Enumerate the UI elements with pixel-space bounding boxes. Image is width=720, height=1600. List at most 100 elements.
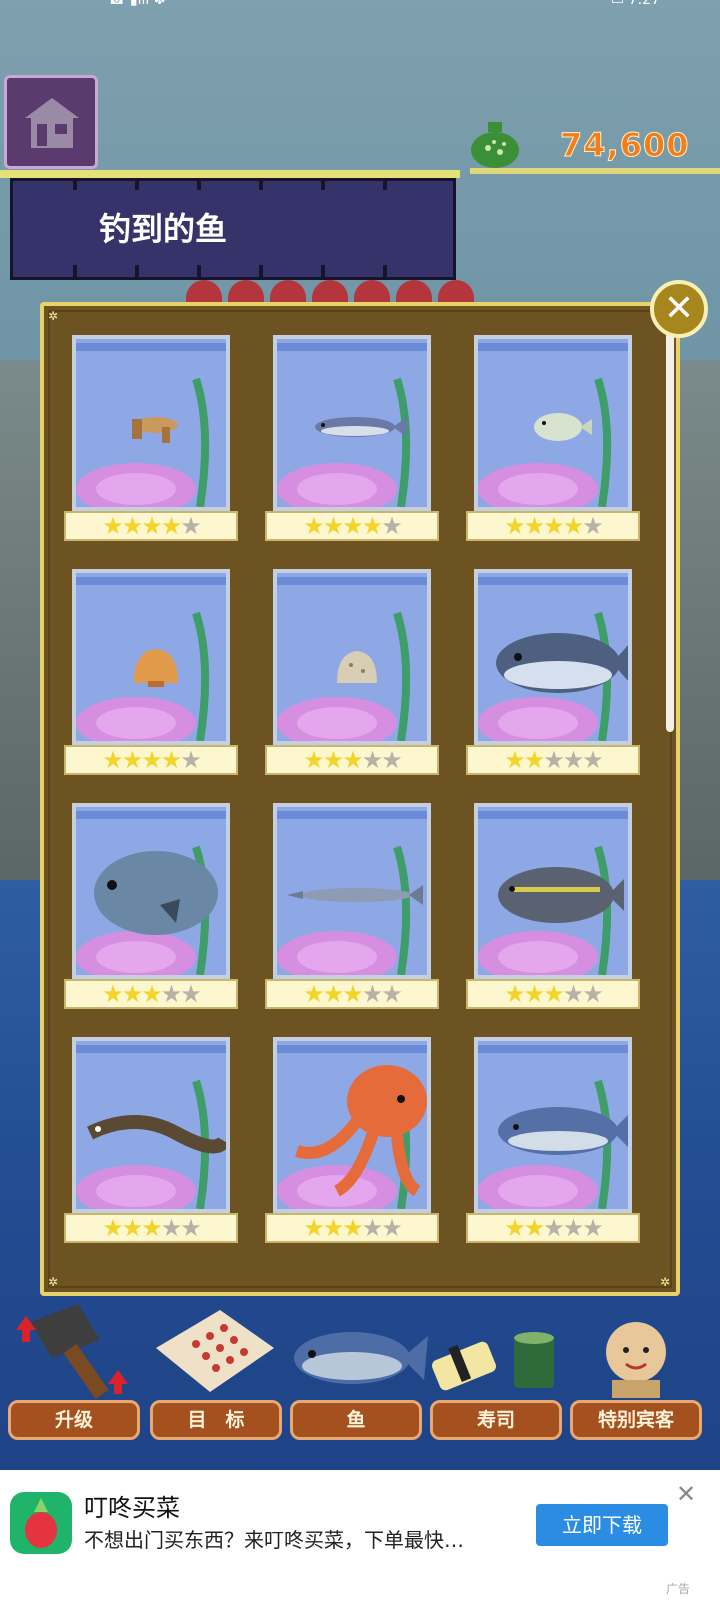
star-icon: ★ xyxy=(141,980,162,1008)
star-rating: ★★★★★ xyxy=(267,981,437,1007)
scallop-icon xyxy=(76,611,210,741)
mantis-shrimp-icon xyxy=(76,377,210,507)
rating-plate: ★★★★★ xyxy=(466,745,640,775)
star-icon: ★ xyxy=(361,1214,383,1242)
star-icon: ★ xyxy=(180,1214,201,1242)
nav-target[interactable]: 目 标 xyxy=(150,1300,286,1450)
star-icon: ★ xyxy=(543,1214,564,1242)
star-icon: ★ xyxy=(361,746,383,774)
ad-banner[interactable]: 叮咚买菜 不想出门买东西？来叮咚买菜，下单最快… 立即下载 ✕ 广告 xyxy=(0,1470,720,1600)
fish-tank-sea-bream[interactable]: ★★★★★ xyxy=(64,803,238,1013)
star-icon: ★ xyxy=(523,512,545,540)
sea-bream-icon xyxy=(76,845,218,975)
nav-fish[interactable]: 鱼 xyxy=(290,1300,428,1450)
fish-tank-clam[interactable]: ★★★★★ xyxy=(265,569,439,779)
star-icon: ★ xyxy=(342,1214,363,1242)
tank-glass xyxy=(273,335,431,511)
tank-glass xyxy=(273,1037,431,1213)
tank-glass xyxy=(474,335,632,511)
fish-tank-eel[interactable]: ★★★★★ xyxy=(64,1037,238,1247)
star-icon: ★ xyxy=(582,980,603,1008)
home-button[interactable] xyxy=(4,75,98,169)
tuna-icon xyxy=(478,611,628,741)
star-rating: ★★★★★ xyxy=(66,747,236,773)
corner-ornament: ✲ xyxy=(660,1275,671,1289)
star-icon: ★ xyxy=(322,980,344,1008)
rating-plate: ★★★★★ xyxy=(466,1213,640,1243)
rating-plate: ★★★★★ xyxy=(265,1213,439,1243)
star-rating: ★★★★★ xyxy=(267,1215,437,1241)
star-icon: ★ xyxy=(342,746,363,774)
ad-tag: 广告 xyxy=(666,1582,691,1596)
status-icons: ☎ ▮ill ✽ xyxy=(108,0,166,8)
nav-fish-label: 鱼 xyxy=(290,1400,422,1440)
star-icon: ★ xyxy=(381,1214,402,1242)
tank-glass xyxy=(72,1037,230,1213)
fish-tank-sardine[interactable]: ★★★★★ xyxy=(265,335,439,545)
star-icon: ★ xyxy=(562,980,584,1008)
star-icon: ★ xyxy=(160,1214,182,1242)
fish-tank-scallop[interactable]: ★★★★★ xyxy=(64,569,238,779)
star-icon: ★ xyxy=(381,746,402,774)
ad-download-button[interactable]: 立即下载 xyxy=(536,1504,668,1546)
star-rating: ★★★★★ xyxy=(267,747,437,773)
tank-glass xyxy=(273,803,431,979)
nav-sushi[interactable]: 寿司 xyxy=(430,1300,566,1450)
guest-icon xyxy=(606,1322,666,1398)
fish-tank-mantis-shrimp[interactable]: ★★★★★ xyxy=(64,335,238,545)
nav-upgrade-label: 升级 xyxy=(8,1400,140,1440)
tank-glass xyxy=(273,569,431,745)
target-sheet-icon xyxy=(156,1310,274,1392)
star-icon: ★ xyxy=(523,1214,545,1242)
corner-ornament: ✲ xyxy=(48,1275,59,1289)
coin-counter: 74,600 xyxy=(559,126,690,165)
close-icon: ✕ xyxy=(663,288,695,329)
ad-close-icon[interactable]: ✕ xyxy=(676,1480,696,1508)
rating-plate: ★★★★★ xyxy=(265,979,439,1009)
star-icon: ★ xyxy=(381,512,402,540)
tank-glass xyxy=(72,569,230,745)
status-time: ▭ 7:27 xyxy=(610,0,660,8)
octopus-icon xyxy=(277,1065,427,1209)
fish-tank-octopus[interactable]: ★★★★★ xyxy=(265,1037,439,1247)
tank-glass xyxy=(474,1037,632,1213)
nav-upgrade[interactable]: 升级 xyxy=(8,1300,144,1450)
nav-special-guest[interactable]: 特别宾客 xyxy=(570,1300,706,1450)
star-icon: ★ xyxy=(303,980,324,1008)
rating-plate: ★★★★★ xyxy=(466,979,640,1009)
saury-icon xyxy=(277,845,423,975)
fish-tank-saury[interactable]: ★★★★★ xyxy=(265,803,439,1013)
fish-tank-tuna[interactable]: ★★★★★ xyxy=(466,569,640,779)
coin-bag-icon xyxy=(471,122,519,168)
star-icon: ★ xyxy=(180,746,201,774)
star-icon: ★ xyxy=(180,980,201,1008)
coin-rod xyxy=(470,168,720,174)
rating-plate: ★★★★★ xyxy=(64,745,238,775)
scrollbar[interactable] xyxy=(666,332,674,732)
ad-app-logo xyxy=(10,1492,72,1554)
star-rating: ★★★★★ xyxy=(267,513,437,539)
star-icon: ★ xyxy=(121,512,143,540)
star-icon: ★ xyxy=(504,1214,525,1242)
star-icon: ★ xyxy=(543,512,564,540)
star-icon: ★ xyxy=(504,746,525,774)
fish-tank-yellowtail[interactable]: ★★★★★ xyxy=(466,803,640,1013)
fish-tank-mackerel[interactable]: ★★★★★ xyxy=(466,1037,640,1247)
house-icon xyxy=(25,98,79,148)
star-icon: ★ xyxy=(562,1214,584,1242)
star-icon: ★ xyxy=(582,1214,603,1242)
pufferfish-icon xyxy=(478,377,612,507)
star-icon: ★ xyxy=(504,980,525,1008)
star-icon: ★ xyxy=(141,746,162,774)
star-icon: ★ xyxy=(582,746,603,774)
star-icon: ★ xyxy=(582,512,603,540)
close-button[interactable]: ✕ xyxy=(650,280,708,338)
radish-icon xyxy=(25,1498,57,1548)
rating-plate: ★★★★★ xyxy=(64,979,238,1009)
eel-icon xyxy=(76,1079,226,1209)
rating-plate: ★★★★★ xyxy=(466,511,640,541)
star-rating: ★★★★★ xyxy=(66,981,236,1007)
fish-tank-pufferfish[interactable]: ★★★★★ xyxy=(466,335,640,545)
star-rating: ★★★★★ xyxy=(468,981,638,1007)
star-icon: ★ xyxy=(160,512,182,540)
